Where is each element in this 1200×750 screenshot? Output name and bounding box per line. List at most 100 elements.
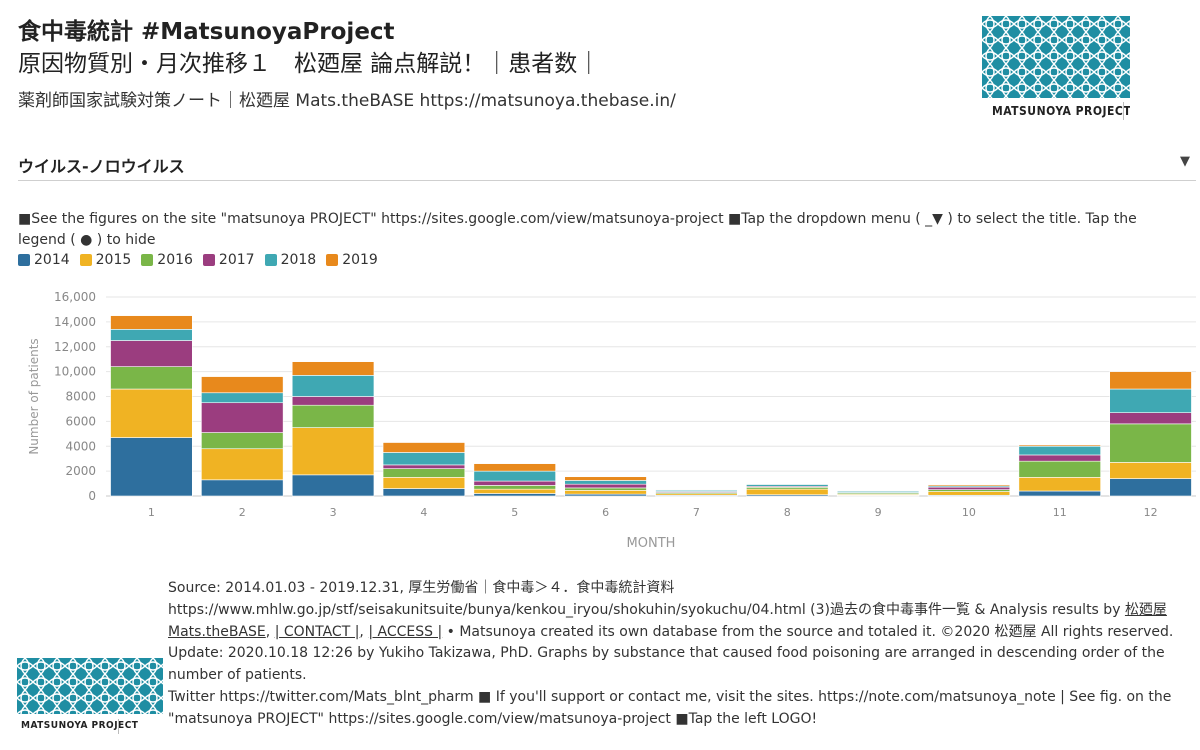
bar-segment-2018-month-5 xyxy=(473,470,556,482)
legend-swatch xyxy=(79,254,92,266)
bar-segment-2017-month-1 xyxy=(110,340,193,367)
copyright-text: • Matsunoya created its own database fro… xyxy=(442,623,1174,640)
contact-line: Twitter https://twitter.com/Mats_blnt_ph… xyxy=(168,688,1172,727)
bar-segment-2018-month-11 xyxy=(1018,445,1101,456)
legend-swatch xyxy=(18,254,30,266)
y-tick-label: 10,000 xyxy=(54,365,96,379)
bar-segment-2018-month-3 xyxy=(291,375,375,397)
bar-segment-2019-month-10 xyxy=(927,484,1011,487)
bar-segment-2018-month-12 xyxy=(1109,388,1192,413)
y-tick-label: 16,000 xyxy=(54,290,96,304)
bar-segment-2017-month-5 xyxy=(473,480,556,486)
legend-item-2018[interactable]: 2018 xyxy=(264,252,317,268)
bar-segment-2017-month-10 xyxy=(927,486,1011,490)
bar-segment-2014-month-1 xyxy=(110,437,193,497)
bar-segment-2014-month-11 xyxy=(1018,490,1101,497)
chart-legend: 2014 2015 2016 2017 2018 2019 xyxy=(18,252,378,268)
bar-segment-2018-month-2 xyxy=(201,392,284,404)
legend-item-2017[interactable]: 2017 xyxy=(202,252,255,268)
bar-segment-2016-month-5 xyxy=(473,485,556,490)
contact-link[interactable]: | CONTACT | xyxy=(275,624,360,640)
matsunoya-logo-bottom[interactable]: MATSUNOYA PROJECT xyxy=(17,658,165,738)
bar-segment-2016-month-3 xyxy=(291,404,375,428)
bar-segment-2019-month-3 xyxy=(291,361,375,376)
bar-segment-2016-month-6 xyxy=(564,487,647,491)
x-axis-label: MONTH xyxy=(627,536,676,551)
bar-segment-2016-month-11 xyxy=(1018,460,1101,478)
logo-divider xyxy=(1123,102,1124,120)
bar-segment-2017-month-6 xyxy=(564,483,647,489)
instructions-note: ■See the figures on the site "matsunoya … xyxy=(18,211,1137,248)
bar-segment-2015-month-12 xyxy=(1109,462,1192,479)
logo-text: MATSUNOYA PROJECT xyxy=(992,104,1130,118)
bar-segment-2014-month-2 xyxy=(201,479,284,497)
bar-segment-2014-month-12 xyxy=(1109,478,1192,497)
bar-segment-2018-month-1 xyxy=(110,329,193,341)
legend-label: 2018 xyxy=(280,252,317,268)
page-title: 食中毒統計 #MatsunoyaProject xyxy=(18,19,395,45)
source-notes: Source: 2014.01.03 - 2019.12.31, 厚生労働省｜食… xyxy=(168,578,1193,731)
y-axis-label: Number of patients xyxy=(27,338,41,454)
bar-segment-2019-month-12 xyxy=(1109,371,1192,390)
stacked-bar-chart: 0 2000 4000 6000 8000 10,000 12,000 14,000 16,00… xyxy=(27,290,1196,551)
bar-segment-2016-month-2 xyxy=(201,432,284,450)
y-tick-label: 2000 xyxy=(65,464,96,478)
matsunoya-logo-top[interactable]: MATSUNOYA PROJECT xyxy=(982,16,1130,124)
bar-segment-2015-month-4 xyxy=(382,477,466,489)
y-tick-label: 0 xyxy=(88,489,96,503)
y-tick-label: 4000 xyxy=(65,439,96,453)
legend-item-2015[interactable]: 2015 xyxy=(79,252,132,268)
x-tick-label: 4 xyxy=(420,506,427,519)
bar-segment-2015-month-6 xyxy=(564,490,647,495)
x-tick-label: 1 xyxy=(148,506,155,519)
legend-item-2014[interactable]: 2014 xyxy=(18,252,70,268)
y-tick-label: 6000 xyxy=(65,414,96,428)
logo-text: MATSUNOYA PROJECT xyxy=(21,720,139,731)
x-tick-label: 8 xyxy=(784,506,791,519)
legend-swatch xyxy=(202,254,215,266)
title-dropdown[interactable]: ウイルス-ノロウイルス ▼ xyxy=(18,148,1196,181)
bar-segment-2016-month-1 xyxy=(110,366,193,390)
chevron-down-icon[interactable]: ▼ xyxy=(1180,154,1190,169)
logo-pattern xyxy=(17,658,163,714)
bar-segment-2016-month-12 xyxy=(1109,423,1192,463)
legend-item-2016[interactable]: 2016 xyxy=(141,252,193,268)
logo-pattern xyxy=(982,16,1130,98)
bar-segment-2014-month-3 xyxy=(291,474,375,497)
bar-segment-2019-month-2 xyxy=(201,376,284,394)
bar-segment-2019-month-11 xyxy=(1018,444,1101,447)
y-tick-label: 14,000 xyxy=(54,315,96,329)
logo-divider xyxy=(118,719,119,734)
update-line: Update: 2020.10.18 12:26 by Yukiho Takiz… xyxy=(168,645,1165,684)
source-line: Source: 2014.01.03 - 2019.12.31, 厚生労働省｜食… xyxy=(168,580,675,596)
legend-label: 2016 xyxy=(157,252,193,268)
legend-item-2019[interactable]: 2019 xyxy=(326,252,378,268)
site-subtitle: 薬剤師国家試験対策ノート｜松廼屋 Mats.theBASE https://ma… xyxy=(18,91,676,111)
bar-segment-2015-month-8 xyxy=(746,488,829,496)
x-tick-label: 2 xyxy=(239,506,246,519)
bar-segment-2019-month-9 xyxy=(836,490,920,492)
legend-label: 2019 xyxy=(342,252,378,268)
bar-segment-2015-month-2 xyxy=(201,448,284,481)
bar-segment-2014-month-4 xyxy=(382,488,466,497)
bar-segment-2017-month-4 xyxy=(382,464,466,469)
y-tick-label: 12,000 xyxy=(54,340,96,354)
x-tick-label: 12 xyxy=(1144,506,1158,519)
bar-segment-2019-month-4 xyxy=(382,442,466,453)
bar-segment-2019-month-5 xyxy=(473,463,556,472)
bar-segment-2017-month-3 xyxy=(291,396,375,406)
legend-label: 2015 xyxy=(95,252,132,268)
bar-segment-2015-month-1 xyxy=(110,388,193,438)
bar-segment-2017-month-2 xyxy=(201,402,284,433)
access-link[interactable]: | ACCESS | xyxy=(368,624,442,640)
bar-segment-2019-month-7 xyxy=(655,489,738,491)
x-tick-label: 9 xyxy=(875,506,882,519)
legend-label: 2017 xyxy=(218,252,255,268)
bar-segment-2015-month-10 xyxy=(927,491,1011,496)
legend-swatch xyxy=(326,254,339,266)
x-tick-label: 11 xyxy=(1053,506,1067,519)
x-tick-label: 10 xyxy=(962,506,976,519)
x-tick-label: 3 xyxy=(330,506,337,519)
bar-segment-2016-month-4 xyxy=(382,468,466,478)
page-subtitle: 原因物質別・月次推移１ 松廼屋 論点解説！｜患者数｜ xyxy=(18,51,601,77)
